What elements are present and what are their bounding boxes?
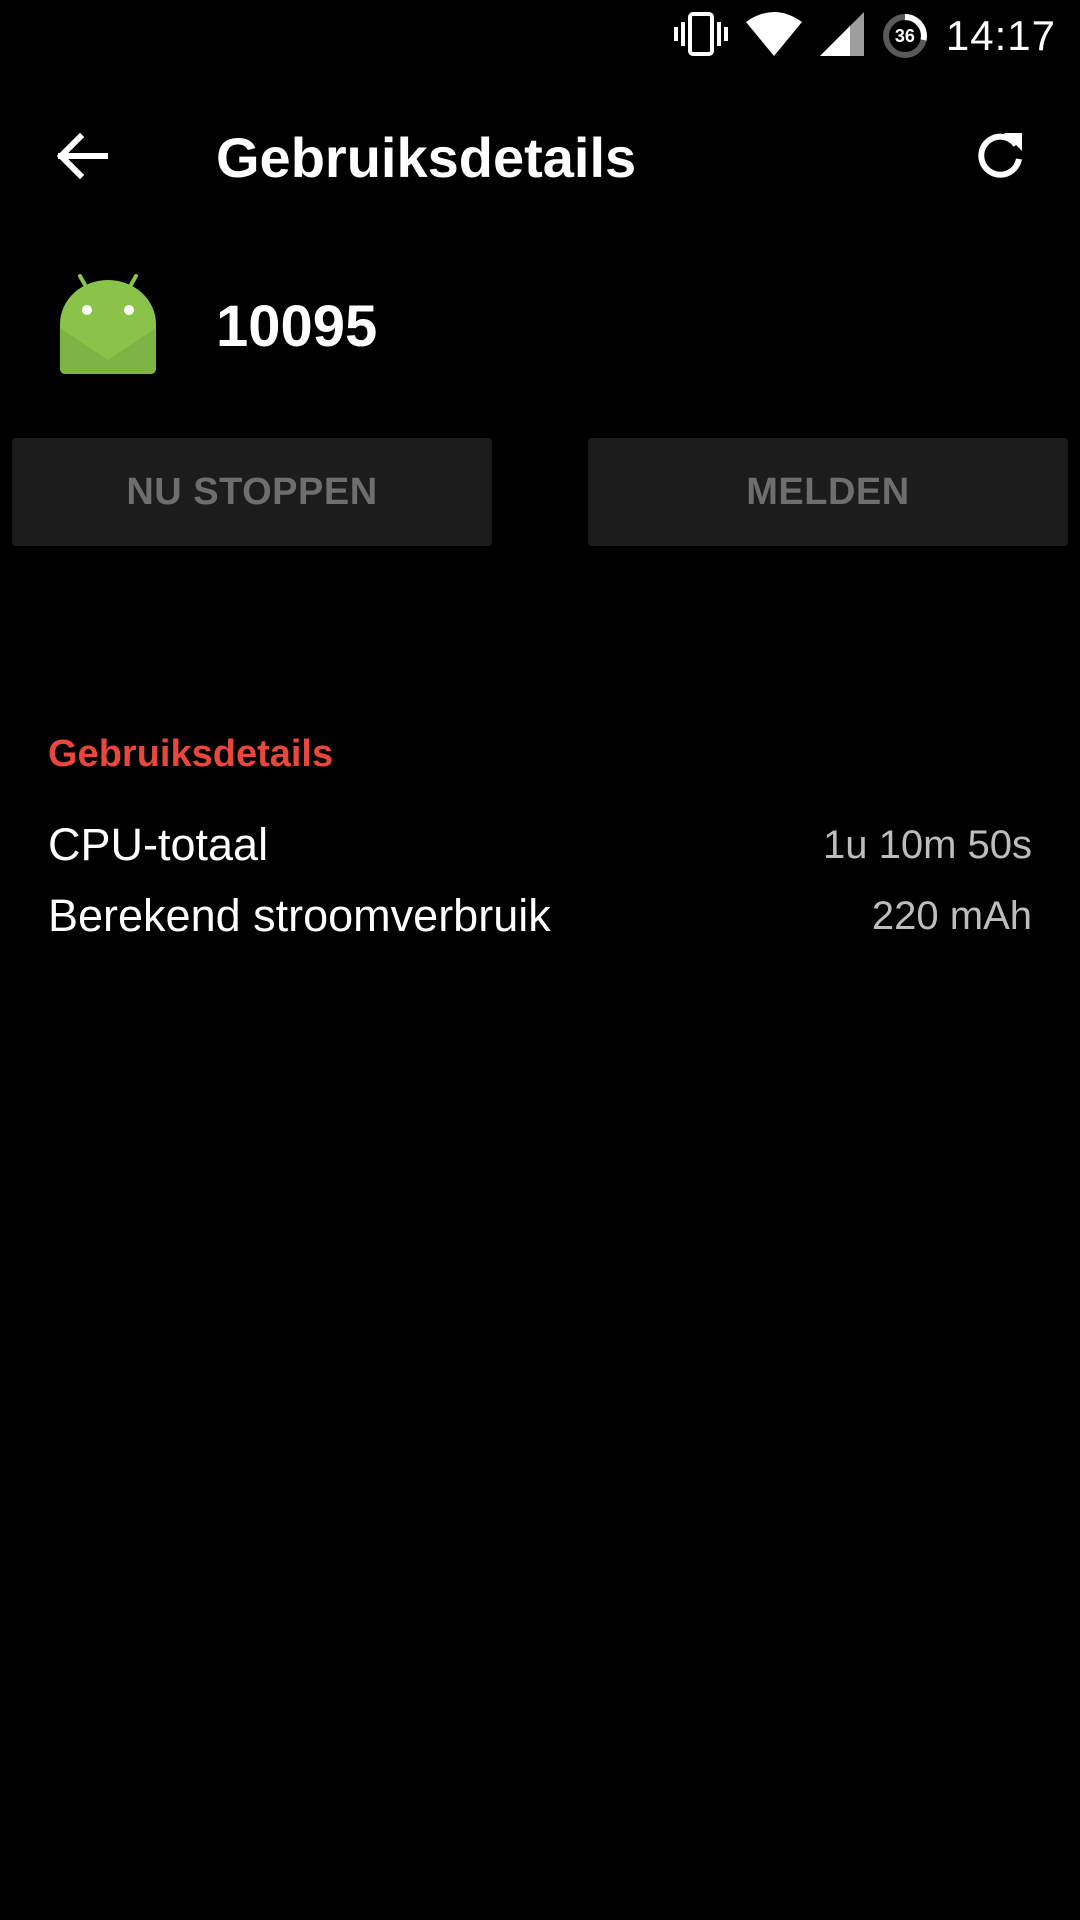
power-usage-value: 220 mAh <box>871 893 1032 938</box>
action-buttons: NU STOPPEN MELDEN <box>0 438 1080 546</box>
report-button[interactable]: MELDEN <box>588 438 1068 546</box>
status-bar: 36 14:17 <box>0 0 1080 72</box>
wifi-icon <box>745 11 802 61</box>
refresh-icon <box>974 129 1026 186</box>
cell-signal-icon <box>819 11 864 61</box>
cpu-total-label: CPU-totaal <box>48 819 269 870</box>
power-usage-label: Berekend stroomverbruik <box>48 890 551 941</box>
app-name: 10095 <box>216 294 378 359</box>
cpu-total-value: 1u 10m 50s <box>822 822 1032 867</box>
refresh-button[interactable] <box>960 122 1040 192</box>
android-icon <box>58 272 158 376</box>
page-title: Gebruiksdetails <box>216 126 637 189</box>
back-button[interactable] <box>40 123 126 193</box>
vibrate-icon <box>673 11 728 62</box>
arrow-back-icon <box>56 132 109 184</box>
toolbar: Gebruiksdetails <box>0 92 1080 222</box>
status-time: 14:17 <box>945 12 1056 59</box>
cpu-total-row: CPU-totaal 1u 10m 50s <box>48 815 1032 875</box>
power-usage-row: Berekend stroomverbruik 220 mAh <box>48 886 1032 946</box>
status-icons: 36 14:17 <box>656 0 1056 72</box>
battery-level-text: 36 <box>894 25 915 46</box>
usage-details-header: Gebruiksdetails <box>48 733 334 775</box>
battery-icon: 36 <box>882 13 928 59</box>
force-stop-button[interactable]: NU STOPPEN <box>12 438 492 546</box>
app-header: 10095 <box>0 268 1080 378</box>
